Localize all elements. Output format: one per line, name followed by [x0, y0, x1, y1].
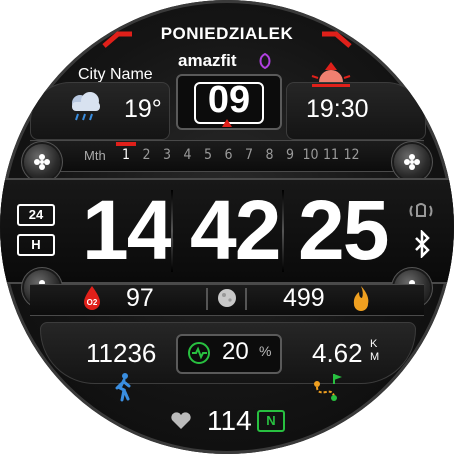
time-minutes: 42 [190, 183, 281, 277]
stats-divider [245, 288, 247, 310]
month-number: 12 [343, 147, 360, 163]
flower-icon [34, 154, 50, 170]
time-seconds: 25 [298, 183, 389, 277]
calories-value: 499 [283, 284, 325, 312]
month-number: 2 [142, 147, 151, 163]
temperature: 19° [124, 95, 162, 123]
moon-phase-icon [218, 289, 236, 307]
battery-charge-icon [188, 342, 210, 364]
month-number: 8 [265, 147, 274, 163]
month-number: 11 [323, 147, 340, 163]
svg-text:O2: O2 [87, 298, 98, 307]
time-separator [171, 190, 173, 272]
walking-person-icon [115, 373, 131, 402]
flower-icon [404, 154, 420, 170]
distance-unit-m: M [370, 351, 380, 363]
vibrate-icon [409, 203, 433, 217]
right-top-pusher[interactable] [394, 144, 430, 180]
month-number: 9 [286, 147, 295, 163]
battery-percent: 20 [222, 338, 249, 365]
month-number: 7 [245, 147, 254, 163]
sunset-time: 19:30 [306, 95, 369, 123]
time-separator [282, 190, 284, 272]
hour-mode-badge: H [17, 234, 55, 256]
brand-mark-icon [259, 53, 271, 69]
cloud-rain-icon [72, 92, 100, 121]
heart-rate-value: 114 [207, 405, 252, 436]
route-map-icon [314, 374, 342, 401]
month-number: 1 [122, 147, 131, 163]
left-top-pusher[interactable] [24, 144, 60, 180]
bluetooth-icon [415, 230, 430, 258]
heart-icon [171, 412, 191, 429]
watch-face: PONIEDZIALEK amazfit City Name 19° 09 19… [0, 0, 454, 454]
brand-logo: amazfit [178, 51, 278, 71]
sunset-icon [311, 62, 351, 87]
heart-zone-badge: N [257, 410, 285, 432]
month-number: 10 [302, 147, 319, 163]
distance-value: 4.62 [312, 338, 363, 368]
month-number: 3 [163, 147, 172, 163]
month-number: 5 [204, 147, 213, 163]
current-month-indicator [116, 142, 136, 146]
day-of-week: PONIEDZIALEK [160, 24, 294, 43]
format-24-badge: 24 [17, 204, 55, 226]
month-number: 6 [224, 147, 233, 163]
time-hours: 14 [82, 183, 173, 277]
battery-percent-unit: % [259, 343, 272, 359]
stats-divider [206, 288, 208, 310]
spo2-value: 97 [126, 284, 154, 312]
month-number: 4 [183, 147, 192, 163]
distance-unit-k: K [370, 338, 378, 350]
month-label: Mth [84, 148, 106, 163]
date-day-number: 09 [207, 79, 251, 121]
spo2-icon: O2 [84, 286, 100, 310]
date-marker-icon [222, 119, 232, 127]
steps-value: 11236 [86, 338, 157, 368]
flame-icon [353, 286, 369, 311]
